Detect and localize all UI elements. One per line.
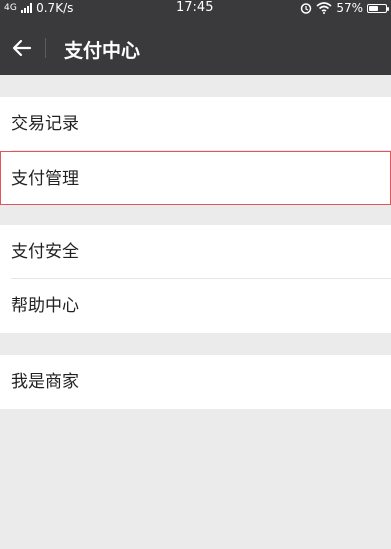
nav-divider [45, 38, 46, 58]
network-speed: 0.7K/s [36, 1, 74, 15]
menu-item-transaction-records[interactable]: 交易记录 [0, 97, 391, 151]
menu-group-2: 支付安全 帮助中心 [0, 225, 391, 333]
battery-percent: 57% [336, 1, 363, 15]
battery-fill [369, 5, 379, 11]
status-bar: 4G 0.7K/s 17:45 57% [0, 0, 391, 18]
top-bar: 4G 0.7K/s 17:45 57% 支付中心 [0, 0, 391, 75]
menu-item-help-center[interactable]: 帮助中心 [0, 279, 391, 333]
battery-icon [367, 3, 389, 13]
menu-group-1: 交易记录 支付管理 [0, 97, 391, 205]
status-time: 17:45 [176, 0, 214, 15]
nav-bar: 支付中心 [0, 20, 391, 75]
menu-item-payment-management[interactable]: 支付管理 [0, 151, 391, 205]
signal-icon [21, 3, 33, 13]
menu-group-3: 我是商家 [0, 355, 391, 409]
status-right: 57% [300, 1, 389, 15]
menu-item-payment-security[interactable]: 支付安全 [0, 225, 391, 279]
network-type: 4G [4, 3, 18, 13]
page-title: 支付中心 [64, 40, 141, 62]
back-arrow-icon[interactable] [10, 36, 34, 60]
menu-item-merchant[interactable]: 我是商家 [0, 355, 391, 409]
status-left: 4G 0.7K/s [4, 1, 73, 15]
wifi-icon [316, 2, 332, 14]
alarm-icon [301, 3, 312, 14]
